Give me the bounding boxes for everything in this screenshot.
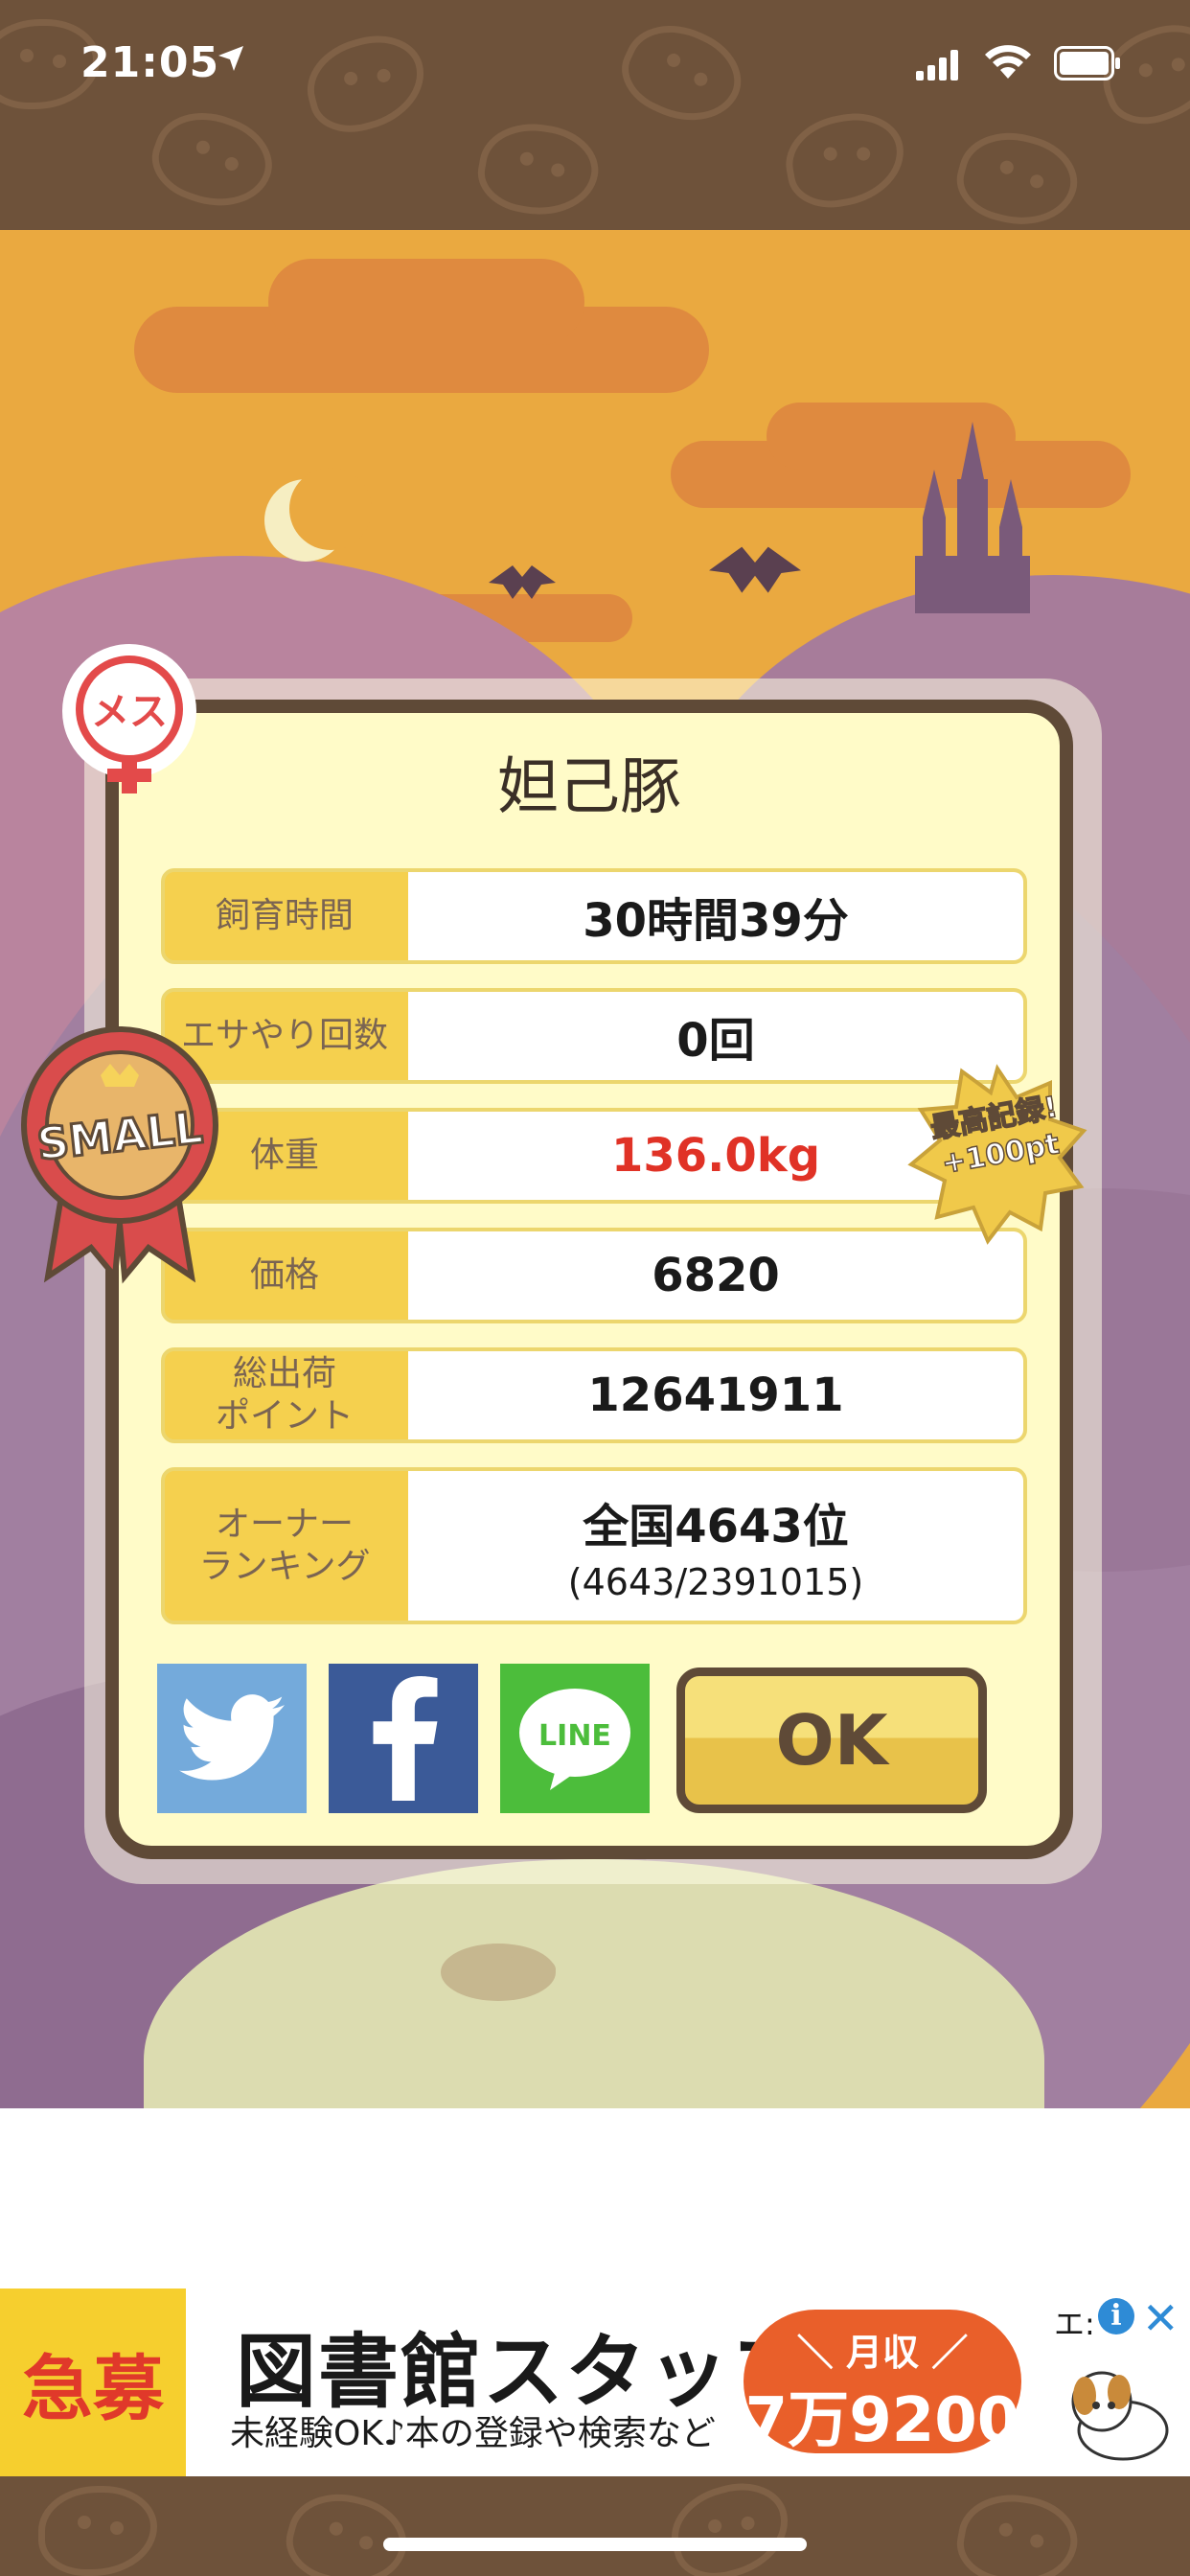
- ad-subtitle[interactable]: 未経験OK♪本の登録や検索など: [230, 2405, 716, 2455]
- bottom-background: [0, 2476, 1190, 2576]
- twitter-share-button[interactable]: [157, 1664, 307, 1813]
- twitter-bird-icon: [179, 1694, 285, 1781]
- stat-label: オーナー ランキング: [198, 1505, 371, 1586]
- bat-icon: [489, 565, 556, 599]
- status-time: 21:05: [80, 38, 220, 87]
- home-indicator[interactable]: [383, 2538, 807, 2551]
- stat-row-price: 価格 6820: [161, 1228, 1027, 1323]
- facebook-f-icon: [373, 1676, 438, 1801]
- stat-value: 全国4643位 (4643/2391015): [408, 1471, 1023, 1621]
- stat-value: 12641911: [408, 1351, 1023, 1439]
- ad-salary-pill[interactable]: ＼ 月収 ／ 7万9200円: [744, 2310, 1021, 2544]
- stat-row-shipping-points: 総出荷 ポイント 12641911: [161, 1347, 1027, 1443]
- stat-row-weight: 体重 136.0kg: [161, 1108, 1027, 1204]
- ad-salary-label: ＼ 月収 ／: [796, 2332, 969, 2374]
- stat-row-breeding-time: 飼育時間 30時間39分: [161, 868, 1027, 964]
- battery-icon: [1054, 46, 1120, 80]
- stat-label: 総出荷 ポイント: [215, 1354, 354, 1436]
- stat-label: 飼育時間: [215, 896, 354, 935]
- stat-row-feed-count: エサやり回数 0回: [161, 988, 1027, 1084]
- ad-close-icon[interactable]: ✕: [1142, 2292, 1179, 2344]
- cellular-signal-icon: [916, 50, 958, 80]
- dog-mascot-icon: [1071, 2371, 1169, 2461]
- stat-value: 30時間39分: [408, 872, 1023, 960]
- facebook-share-button[interactable]: [329, 1664, 478, 1813]
- ranking-detail: (4643/2391015): [567, 1561, 864, 1603]
- ad-tag[interactable]: 急募: [0, 2288, 186, 2476]
- ad-brand: エ:: [1054, 2306, 1095, 2342]
- castle-icon: [915, 422, 1030, 613]
- bat-icon: [709, 546, 801, 593]
- ok-button[interactable]: OK: [676, 1668, 987, 1813]
- location-arrow-icon: [218, 46, 243, 71]
- stat-row-owner-ranking: オーナー ランキング 全国4643位 (4643/2391015): [161, 1467, 1027, 1624]
- status-bar-background: [0, 0, 1190, 230]
- line-label: LINE: [538, 1719, 611, 1753]
- pig-name: 妲己豚: [497, 752, 681, 823]
- line-share-button[interactable]: LINE: [500, 1664, 650, 1813]
- moon-icon: [264, 468, 372, 562]
- ad-info-icon[interactable]: i: [1098, 2298, 1134, 2334]
- ranking-value: 全国4643位: [583, 1500, 849, 1553]
- wifi-icon: [985, 45, 1031, 79]
- female-label: メス: [91, 690, 168, 734]
